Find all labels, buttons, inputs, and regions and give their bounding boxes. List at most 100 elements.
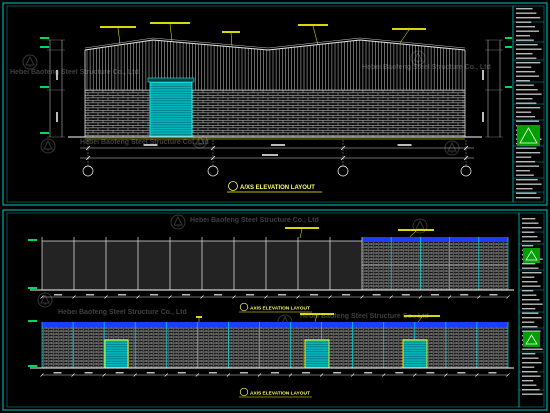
view-title: AXIS ELEVATION LAYOUT — [239, 387, 312, 398]
door-panel — [150, 82, 192, 137]
roller-door — [402, 339, 428, 369]
leader-text-mark — [150, 22, 190, 24]
bottom-drawing-sheet: Hebei Baofeng Steel Structure Co., Ltd H… — [2, 209, 548, 411]
dimension-text-mark — [488, 372, 497, 374]
title-block-text-mark — [516, 62, 541, 64]
leader-line — [230, 32, 233, 47]
title-block-text-mark — [522, 263, 536, 265]
leader-text-mark — [300, 313, 334, 315]
grid-bubble-icon — [460, 165, 472, 177]
roof-outline — [84, 39, 466, 51]
level-text-mark — [28, 287, 37, 289]
level-text-mark — [40, 46, 49, 48]
dimension-text-mark — [271, 372, 279, 374]
title-block-text-mark — [516, 71, 536, 73]
title-block-text-mark — [516, 165, 539, 167]
title-block-text-mark — [522, 303, 543, 305]
roller-door — [147, 77, 195, 138]
dimension-text-mark — [143, 144, 158, 146]
leader-line — [409, 230, 417, 238]
dimension-text-mark — [310, 294, 318, 296]
title-block-text-mark — [516, 174, 534, 176]
title-block-text-mark — [516, 179, 538, 181]
title-block-text-mark — [522, 227, 542, 229]
view-title: A/XS ELEVATION LAYOUT — [227, 181, 322, 193]
title-block-text-mark — [522, 272, 542, 274]
leader-line — [169, 23, 173, 42]
dimension-text-mark — [401, 294, 410, 296]
level-text-mark — [28, 365, 37, 367]
title-block-text-mark — [522, 371, 538, 373]
title-block-text-mark — [522, 389, 540, 391]
dimension-text-mark — [84, 372, 93, 374]
dimension-text-mark — [56, 112, 58, 122]
dimension-text-mark — [262, 154, 278, 156]
leader-line — [299, 228, 303, 239]
leader-labels — [285, 227, 434, 239]
title-block-text-mark — [516, 156, 532, 158]
leader-text-mark — [100, 26, 136, 28]
watermark-logo-tree — [173, 215, 183, 227]
title-block — [519, 218, 544, 395]
level-text-mark — [40, 132, 49, 134]
dimension-text-mark — [489, 294, 498, 296]
roof-edge-band — [42, 322, 508, 327]
title-block-text-mark — [522, 348, 543, 350]
title-block-text-mark — [522, 267, 539, 269]
title-block-text-mark — [522, 231, 535, 233]
title-block-text-mark — [522, 308, 536, 310]
leader-text-mark — [392, 28, 426, 30]
roller-door — [304, 339, 330, 369]
watermark-logo-tree — [25, 55, 35, 67]
title-block-text-mark — [522, 240, 541, 242]
view-title-text: AXIS ELEVATION LAYOUT — [250, 306, 310, 312]
title-block-text-mark — [516, 53, 533, 55]
grid-bubble-icon — [337, 165, 349, 177]
roof-edge-band — [362, 237, 508, 242]
grid-bubble-icon — [207, 165, 219, 177]
side-elevation-2 — [28, 313, 514, 377]
dimension-text-mark — [118, 294, 126, 296]
dimension-text-mark — [239, 372, 248, 374]
title-block-text-mark — [516, 21, 532, 23]
dimension-text-mark — [372, 294, 381, 296]
leader-text-mark — [222, 31, 240, 33]
title-block-text-mark — [516, 17, 541, 19]
title-block-text-mark — [522, 290, 534, 292]
title-block-text-mark — [516, 147, 537, 149]
leader-text-mark — [196, 316, 202, 318]
title-block-text-mark — [516, 89, 538, 91]
dimension-text-mark — [177, 372, 186, 374]
level-text-mark — [505, 86, 512, 88]
cad-drawing-canvas: Hebei Baofeng Steel Structure Co., Ltd H… — [2, 2, 548, 411]
title-block-text-mark — [522, 312, 539, 314]
watermark-logo-icon — [37, 292, 53, 308]
title-block-text-mark — [522, 294, 537, 296]
title-block-text-mark — [516, 197, 541, 199]
watermark-logo-icon — [22, 54, 38, 70]
leader-text-mark — [285, 227, 319, 229]
leader-text-mark — [298, 24, 328, 26]
dimension-text-mark — [482, 112, 484, 122]
dimension-text-mark — [364, 372, 373, 374]
title-block-text-mark — [516, 152, 541, 154]
title-block-text-mark — [516, 8, 533, 10]
watermark-logo-tree — [43, 139, 53, 151]
title-block-text-mark — [516, 48, 542, 50]
title-block-text-mark — [516, 66, 532, 68]
level-text-mark — [40, 37, 49, 39]
title-block-text-mark — [522, 218, 536, 220]
watermark-logo-icon — [40, 138, 56, 154]
title-block-text-mark — [516, 183, 542, 185]
title-block-text-mark — [516, 12, 537, 14]
title-block-text-mark — [516, 161, 536, 163]
leader-text-mark — [398, 229, 434, 231]
door-header-box — [147, 77, 195, 83]
watermark-text: Hebei Baofeng Steel Structure Co., Ltd — [190, 217, 319, 224]
leader-line — [312, 25, 319, 46]
view-number-bubble-icon — [239, 302, 249, 312]
title-block-text-mark — [516, 111, 532, 113]
dimension-text-mark — [182, 294, 190, 296]
title-block-text-mark — [516, 120, 539, 122]
title-block-text-mark — [522, 245, 534, 247]
